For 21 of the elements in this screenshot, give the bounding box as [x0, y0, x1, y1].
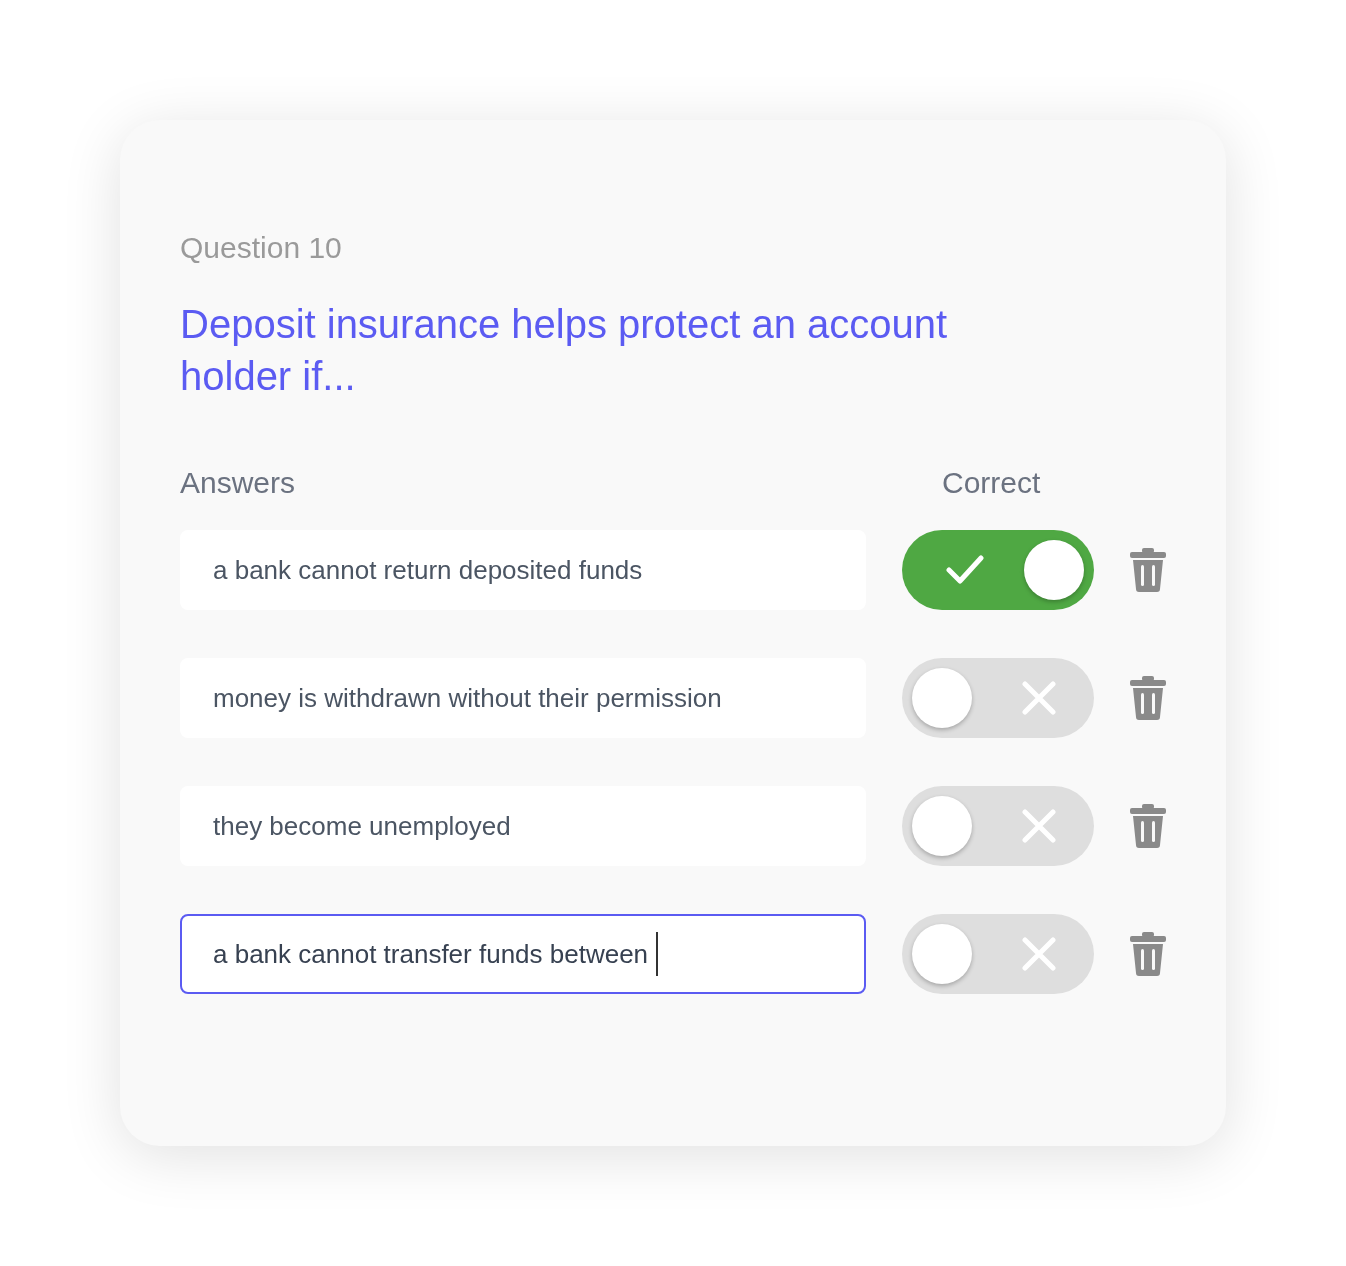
close-icon	[1022, 809, 1056, 843]
trash-icon[interactable]	[1130, 676, 1166, 720]
correct-heading: Correct	[942, 464, 1041, 501]
answer-field[interactable]: money is withdrawn without their permission	[180, 658, 866, 738]
trash-icon[interactable]	[1130, 548, 1166, 592]
toggle-knob	[1024, 540, 1084, 600]
text-cursor-icon	[656, 932, 659, 976]
answer-field[interactable]: a bank cannot return deposited funds	[180, 530, 866, 610]
answers-heading: Answers	[180, 464, 297, 501]
trash-icon[interactable]	[1130, 932, 1166, 976]
question-number: Question 10	[180, 230, 343, 266]
toggle-knob	[912, 796, 972, 856]
close-icon	[1022, 937, 1056, 971]
answer-field[interactable]: they become unemployed	[180, 786, 866, 866]
question-text: Deposit insurance helps protect an account holder if...	[180, 301, 949, 400]
answer-field[interactable]: a bank cannot transfer funds between	[180, 914, 866, 994]
trash-icon[interactable]	[1130, 804, 1166, 848]
check-icon	[946, 555, 984, 585]
toggle-knob	[912, 668, 972, 728]
close-icon	[1022, 681, 1056, 715]
toggle-knob	[912, 924, 972, 984]
